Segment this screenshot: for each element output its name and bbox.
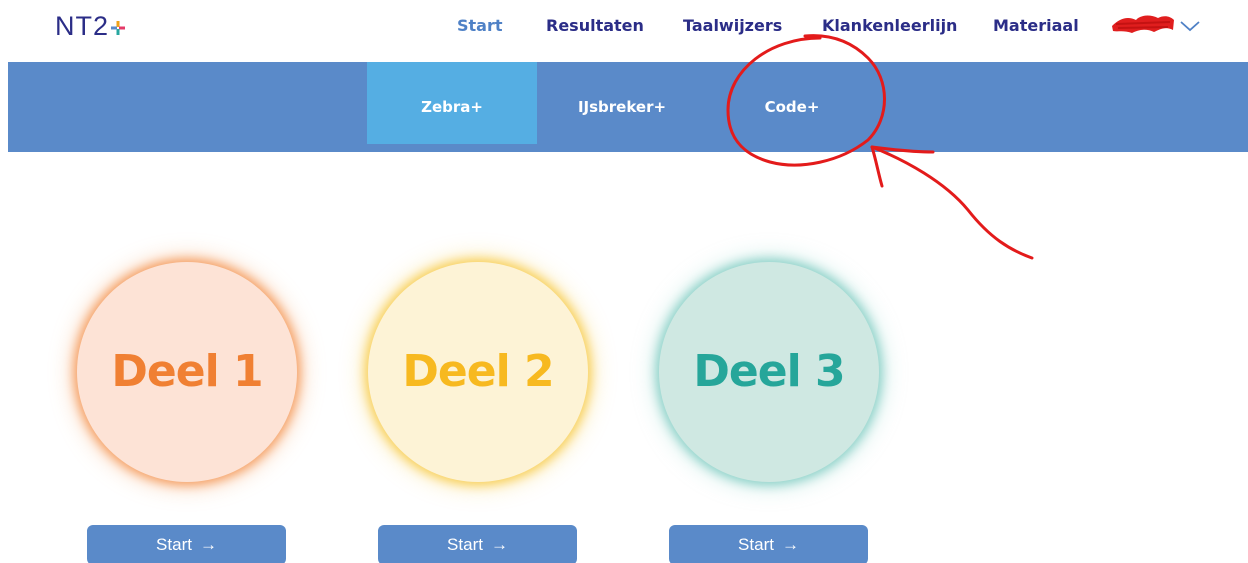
tab-ijsbreker[interactable]: IJsbreker+ xyxy=(537,62,707,152)
start-button-deel-1[interactable]: Start → xyxy=(87,525,286,563)
tab-code[interactable]: Code+ xyxy=(707,62,877,152)
nav-item-klankenleerlijn[interactable]: Klankenleerlijn xyxy=(822,12,957,40)
arrow-right-icon: → xyxy=(781,535,799,554)
redacted-username[interactable] xyxy=(1110,12,1176,36)
start-button-label: Start xyxy=(447,535,483,554)
deel-1-label: Deel 1 xyxy=(111,346,263,397)
tab-zebra[interactable]: Zebra+ xyxy=(367,62,537,144)
start-button-deel-2[interactable]: Start → xyxy=(378,525,577,563)
arrow-right-icon: → xyxy=(199,535,217,554)
deel-2-circle[interactable]: Deel 2 xyxy=(368,262,588,482)
deel-2-label: Deel 2 xyxy=(402,346,554,397)
logo-plus-icon xyxy=(111,9,126,35)
deel-3-circle[interactable]: Deel 3 xyxy=(659,262,879,482)
annotation-arrow-shaft xyxy=(870,145,1034,260)
nt2-logo[interactable]: NT2 xyxy=(55,9,126,43)
nav-item-taalwijzers[interactable]: Taalwijzers xyxy=(683,12,782,40)
start-button-deel-3[interactable]: Start → xyxy=(669,525,868,563)
sub-nav: Zebra+ IJsbreker+ Code+ xyxy=(8,62,1248,152)
start-button-label: Start xyxy=(156,535,192,554)
logo-text: NT2 xyxy=(55,11,110,41)
deel-3-label: Deel 3 xyxy=(693,346,845,397)
start-button-label: Start xyxy=(738,535,774,554)
deel-1-circle[interactable]: Deel 1 xyxy=(77,262,297,482)
chevron-down-icon[interactable] xyxy=(1178,17,1202,35)
annotation-arrow-head-bottom xyxy=(870,145,884,188)
page: NT2 Start Resultaten Taalwijzers Klanken… xyxy=(0,0,1248,563)
top-header: NT2 Start Resultaten Taalwijzers Klanken… xyxy=(0,0,1248,62)
arrow-right-icon: → xyxy=(490,535,508,554)
nav-item-resultaten[interactable]: Resultaten xyxy=(546,12,644,40)
nav-item-start[interactable]: Start xyxy=(457,12,503,40)
nav-item-materiaal[interactable]: Materiaal xyxy=(993,12,1079,40)
